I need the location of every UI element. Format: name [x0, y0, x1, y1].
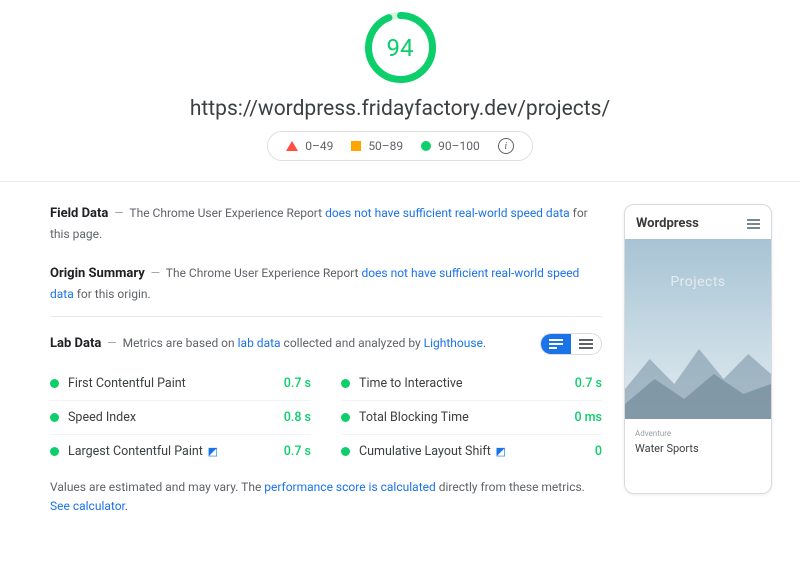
status-dot-icon: [50, 379, 59, 388]
menu-icon: [747, 217, 760, 231]
status-dot-icon: [341, 379, 350, 388]
screenshot-thumbnail[interactable]: Wordpress Projects Adventure Water Sport…: [624, 204, 772, 494]
bookmark-icon: ◩: [205, 445, 218, 458]
field-data-title: Field Data: [50, 206, 108, 221]
lab-data-link[interactable]: lab data: [238, 336, 281, 350]
metric-value: 0.7 s: [284, 376, 311, 391]
calc-link[interactable]: performance score is calculated: [264, 480, 435, 494]
metric-label: Total Blocking Time: [359, 410, 469, 425]
metric-label: Speed Index: [68, 410, 136, 425]
lab-data-header: Lab Data — Metrics are based on lab data…: [50, 333, 602, 355]
status-dot-icon: [341, 413, 350, 422]
square-icon: [351, 141, 361, 151]
metric-value: 0.8 s: [284, 410, 311, 425]
inner-divider: [50, 316, 602, 317]
triangle-icon: [286, 141, 298, 151]
field-data-link[interactable]: does not have sufficient real-world spee…: [325, 206, 570, 220]
preview-site-name: Wordpress: [636, 216, 699, 231]
metric-row[interactable]: Largest Contentful Paint ◩ 0.7 s: [50, 435, 311, 468]
score-value: 94: [363, 10, 438, 85]
circle-icon: [421, 141, 431, 151]
legend-pass: 90–100: [421, 139, 480, 153]
toggle-expanded-icon[interactable]: [541, 334, 571, 354]
see-calc-link[interactable]: See calculator: [50, 499, 125, 513]
status-dot-icon: [341, 447, 350, 456]
preview-card-title: Water Sports: [635, 442, 761, 455]
lighthouse-link[interactable]: Lighthouse: [424, 336, 483, 350]
status-dot-icon: [50, 447, 59, 456]
metric-row[interactable]: First Contentful Paint 0.7 s: [50, 367, 311, 401]
lab-data-title: Lab Data: [50, 336, 101, 351]
metrics-grid: First Contentful Paint 0.7 s Time to Int…: [50, 367, 602, 468]
score-gauge: 94: [363, 10, 438, 85]
field-data-section: Field Data — The Chrome User Experience …: [50, 204, 602, 244]
origin-summary-section: Origin Summary — The Chrome User Experie…: [50, 264, 602, 304]
origin-title: Origin Summary: [50, 266, 145, 281]
preview-hero-title: Projects: [625, 274, 771, 290]
score-legend: 0–49 50–89 90–100 i: [267, 131, 533, 161]
metric-row[interactable]: Total Blocking Time 0 ms: [341, 401, 602, 435]
bookmark-icon: ◩: [493, 445, 506, 458]
metric-row[interactable]: Speed Index 0.8 s: [50, 401, 311, 435]
metrics-footnote: Values are estimated and may vary. The p…: [50, 478, 602, 516]
legend-avg: 50–89: [351, 139, 403, 153]
preview-card-category: Adventure: [635, 429, 761, 438]
metric-label: First Contentful Paint: [68, 376, 186, 391]
page-url: https://wordpress.fridayfactory.dev/proj…: [0, 97, 800, 121]
metric-label: Largest Contentful Paint: [68, 444, 203, 459]
metric-label: Cumulative Layout Shift: [359, 444, 491, 459]
legend-fail: 0–49: [286, 139, 333, 153]
metric-row[interactable]: Cumulative Layout Shift ◩ 0: [341, 435, 602, 468]
view-toggle[interactable]: [540, 333, 602, 355]
metric-value: 0.7 s: [284, 444, 311, 459]
score-gauge-section: 94: [0, 10, 800, 85]
metric-value: 0.7 s: [575, 376, 602, 391]
status-dot-icon: [50, 413, 59, 422]
metric-label: Time to Interactive: [359, 376, 462, 391]
info-icon[interactable]: i: [498, 138, 514, 154]
toggle-compact-icon[interactable]: [571, 334, 601, 354]
metric-value: 0: [595, 444, 602, 459]
metric-row[interactable]: Time to Interactive 0.7 s: [341, 367, 602, 401]
metric-value: 0 ms: [574, 410, 602, 425]
